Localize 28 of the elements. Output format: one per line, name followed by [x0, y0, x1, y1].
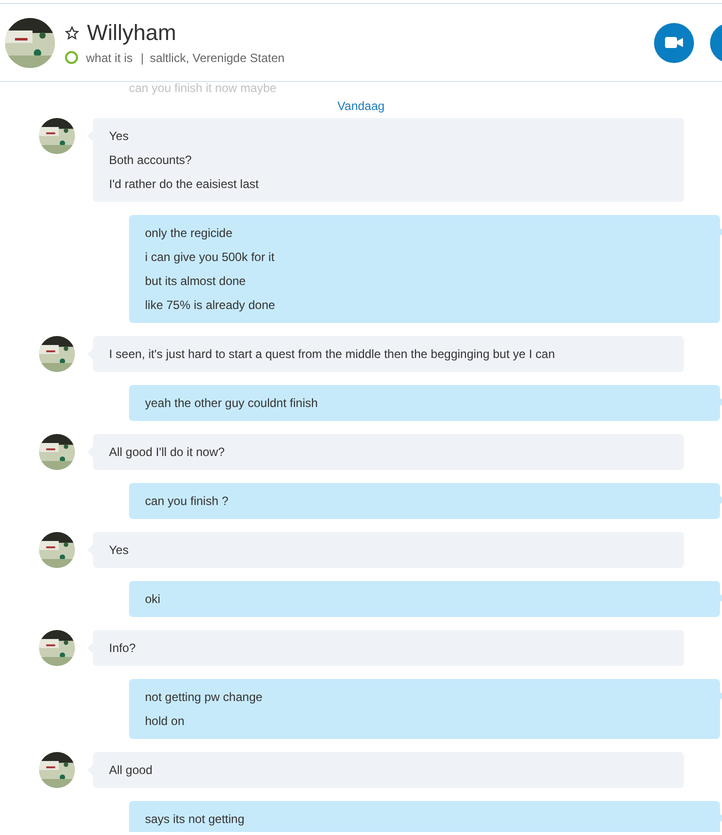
video-camera-icon [665, 37, 683, 48]
message-line: like 75% is already done [145, 297, 276, 314]
presence-icon [65, 51, 78, 64]
message-line: Yes [109, 128, 130, 145]
message-line: hold on [145, 713, 186, 730]
message-line: yeah the other guy couldnt finish [145, 395, 319, 412]
message-line: All good I'll do it now? [109, 444, 226, 461]
video-call-button[interactable] [654, 22, 694, 62]
location-text: saltlick, Verenigde Staten [150, 50, 285, 66]
star-icon[interactable] [65, 26, 79, 40]
message-line: only the regicide [145, 225, 234, 242]
message-line: oki [145, 591, 162, 608]
contact-name: Willyham [87, 18, 176, 46]
mood-text: what it is [86, 50, 133, 66]
faded-message: can you finish it now maybe [129, 82, 278, 95]
message-line: but its almost done [145, 273, 247, 290]
message-line: Info? [109, 640, 137, 657]
message-line: I'd rather do the eaisiest last [109, 176, 260, 193]
message-line: All good [109, 762, 154, 779]
message-line: Both accounts? [109, 152, 193, 169]
message-line: can you finish ? [145, 493, 230, 510]
message-line: I seen, it's just hard to start a quest from the middle then the begginging but ye I can [109, 346, 556, 363]
separator: | [140, 50, 144, 66]
message-line: not getting pw change [145, 689, 264, 706]
message-line: says its not getting [145, 811, 246, 828]
message-line: i can give you 500k for it [145, 249, 276, 266]
message-line: Yes [109, 542, 130, 559]
date-divider: Vandaag [337, 99, 385, 113]
